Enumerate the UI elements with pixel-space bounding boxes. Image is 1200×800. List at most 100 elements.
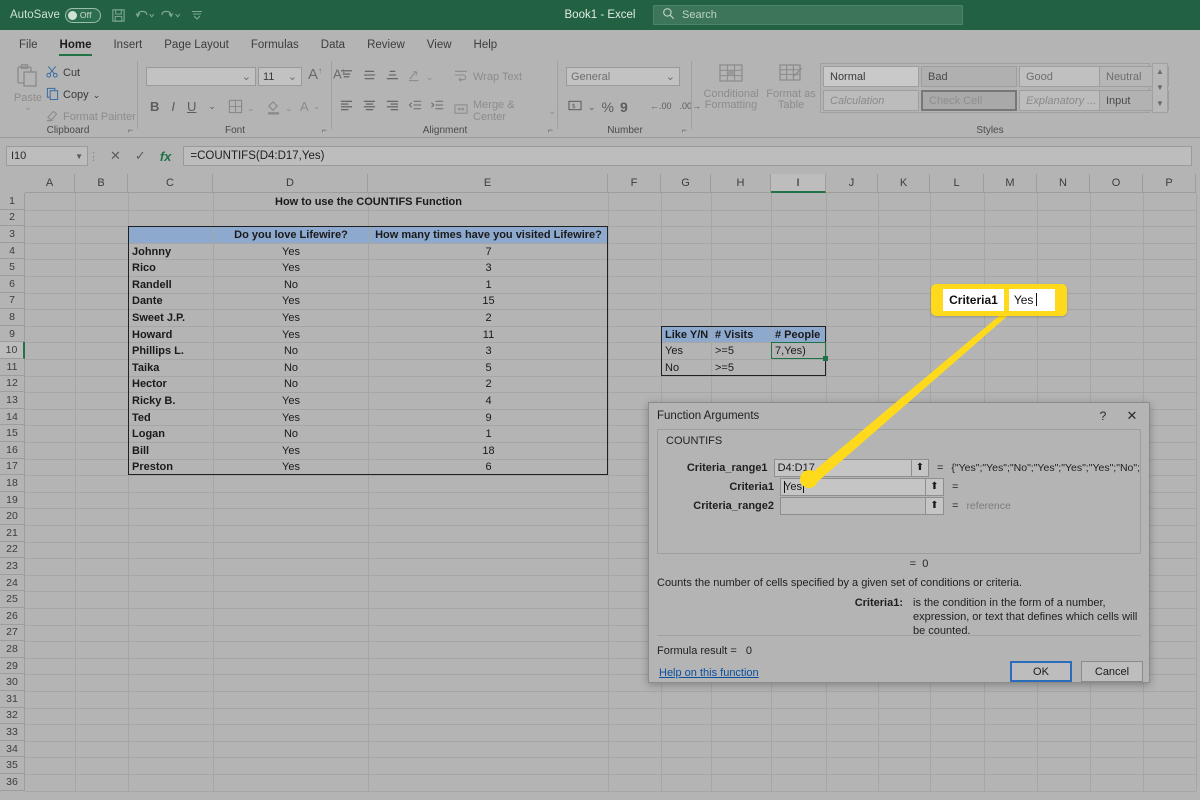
row-header-34[interactable]: 34 — [0, 740, 25, 758]
row-header-23[interactable]: 23 — [0, 558, 25, 575]
alignment-dialog-launcher-icon[interactable]: ⌐ — [548, 125, 553, 135]
customize-qat-icon[interactable] — [185, 3, 209, 27]
cancel-button[interactable]: Cancel — [1081, 661, 1143, 682]
undo-icon[interactable] — [133, 3, 157, 27]
row-header-5[interactable]: 5 — [0, 259, 25, 276]
styles-more-icon[interactable]: ▼ — [1153, 96, 1167, 112]
format-as-table-button[interactable]: Format as Table — [766, 63, 816, 111]
style-normal[interactable]: Normal — [823, 66, 919, 87]
row-header-20[interactable]: 20 — [0, 508, 25, 525]
tab-formulas[interactable]: Formulas — [240, 33, 310, 57]
tab-file[interactable]: File — [8, 33, 49, 57]
fill-color-chevron-icon[interactable]: ⌄ — [285, 103, 293, 114]
close-icon[interactable]: ✕ — [1115, 403, 1149, 429]
row-header-19[interactable]: 19 — [0, 491, 25, 509]
borders-chevron-icon[interactable]: ⌄ — [247, 103, 255, 114]
font-name-input[interactable]: ⌄ — [146, 67, 256, 86]
column-header-a[interactable]: A — [25, 174, 75, 193]
autosave-switch[interactable]: Off — [64, 7, 101, 23]
column-header-b[interactable]: B — [75, 174, 128, 193]
column-header-e[interactable]: E — [368, 174, 608, 193]
styles-scroll-down-icon[interactable]: ▼ — [1153, 80, 1167, 96]
row-header-22[interactable]: 22 — [0, 541, 25, 559]
increase-decimal-icon[interactable]: ←.00 — [650, 101, 672, 111]
column-header-n[interactable]: N — [1037, 174, 1090, 193]
column-header-g[interactable]: G — [661, 174, 711, 193]
font-color-icon[interactable]: A — [300, 99, 309, 114]
decrease-indent-icon[interactable] — [408, 99, 422, 114]
cut-button[interactable]: Cut — [46, 65, 80, 81]
help-on-this-function-link[interactable]: Help on this function — [659, 667, 759, 679]
number-format-select[interactable]: General ⌄ — [566, 67, 680, 86]
row-header-14[interactable]: 14 — [0, 408, 25, 426]
redo-icon[interactable] — [159, 3, 183, 27]
insert-function-icon[interactable]: fx — [160, 149, 172, 164]
paste-chevron-icon[interactable]: ⌄ — [8, 103, 48, 112]
name-box-chevron-icon[interactable]: ▼ — [75, 152, 83, 161]
column-header-m[interactable]: M — [984, 174, 1037, 193]
row-header-18[interactable]: 18 — [0, 475, 25, 492]
align-right-icon[interactable] — [386, 99, 399, 114]
search-input[interactable]: Search — [653, 5, 963, 25]
tab-insert[interactable]: Insert — [102, 33, 153, 57]
font-name-chevron-icon[interactable]: ⌄ — [242, 70, 251, 83]
row-header-28[interactable]: 28 — [0, 641, 25, 658]
row-header-35[interactable]: 35 — [0, 757, 25, 774]
row-header-6[interactable]: 6 — [0, 276, 25, 293]
align-top-icon[interactable] — [340, 69, 353, 84]
autosave-toggle[interactable]: AutoSave Off — [10, 7, 105, 23]
increase-indent-icon[interactable] — [430, 99, 444, 114]
column-header-k[interactable]: K — [878, 174, 930, 193]
styles-scroll-up-icon[interactable]: ▲ — [1153, 64, 1167, 80]
column-header-p[interactable]: P — [1143, 174, 1196, 193]
italic-button[interactable]: I — [171, 99, 175, 114]
tab-home[interactable]: Home — [49, 33, 103, 57]
font-dialog-launcher-icon[interactable]: ⌐ — [322, 125, 327, 135]
align-bottom-icon[interactable] — [386, 69, 399, 84]
row-header-31[interactable]: 31 — [0, 691, 25, 708]
row-header-29[interactable]: 29 — [0, 657, 25, 675]
underline-chevron-icon[interactable]: ⌄ — [208, 101, 216, 112]
row-header-12[interactable]: 12 — [0, 375, 25, 393]
row-header-15[interactable]: 15 — [0, 425, 25, 442]
font-size-chevron-icon[interactable]: ⌄ — [288, 70, 297, 83]
help-icon[interactable]: ? — [1091, 403, 1115, 429]
row-header-1[interactable]: 1 — [0, 193, 25, 210]
align-left-icon[interactable] — [340, 99, 353, 114]
style-calculation[interactable]: Calculation — [823, 90, 919, 111]
row-header-21[interactable]: 21 — [0, 525, 25, 542]
row-header-10[interactable]: 10 — [0, 342, 25, 359]
ok-button[interactable]: OK — [1010, 661, 1072, 682]
accounting-format-icon[interactable]: $ — [568, 99, 582, 115]
cancel-icon[interactable]: ✕ — [110, 148, 121, 164]
row-header-8[interactable]: 8 — [0, 309, 25, 326]
row-header-26[interactable]: 26 — [0, 608, 25, 625]
copy-button[interactable]: Copy ⌄ — [46, 87, 100, 103]
function-arguments-dialog[interactable]: Function Arguments ? ✕ COUNTIFS Criteria… — [648, 402, 1150, 683]
cell-title[interactable]: How to use the COUNTIFS Function — [129, 194, 608, 210]
paste-button[interactable]: Paste ⌄ — [8, 63, 48, 112]
row-header-27[interactable]: 27 — [0, 624, 25, 642]
align-center-icon[interactable] — [363, 99, 376, 114]
collapse-dialog-icon-2[interactable]: ⬆ — [926, 477, 944, 496]
arg-input-criteria1[interactable]: Yes — [780, 477, 926, 496]
borders-icon[interactable] — [228, 99, 243, 117]
name-box[interactable]: I10 ▼ — [6, 146, 88, 166]
row-header-30[interactable]: 30 — [0, 674, 25, 691]
tab-data[interactable]: Data — [310, 33, 356, 57]
clipboard-dialog-launcher-icon[interactable]: ⌐ — [128, 125, 133, 135]
conditional-formatting-button[interactable]: Conditional Formatting — [702, 63, 760, 111]
number-format-chevron-icon[interactable]: ⌄ — [666, 70, 675, 83]
row-header-25[interactable]: 25 — [0, 591, 25, 608]
comma-style-button[interactable]: 9 — [620, 99, 628, 115]
row-header-13[interactable]: 13 — [0, 392, 25, 409]
percent-style-button[interactable]: % — [602, 99, 614, 115]
column-header-i[interactable]: I — [771, 174, 826, 193]
orientation-icon[interactable] — [408, 69, 422, 85]
align-middle-icon[interactable] — [363, 69, 376, 84]
arg-input-criteria-range2[interactable] — [780, 496, 926, 515]
row-header-4[interactable]: 4 — [0, 242, 25, 260]
row-header-32[interactable]: 32 — [0, 707, 25, 725]
row-header-11[interactable]: 11 — [0, 359, 25, 376]
tab-view[interactable]: View — [416, 33, 463, 57]
